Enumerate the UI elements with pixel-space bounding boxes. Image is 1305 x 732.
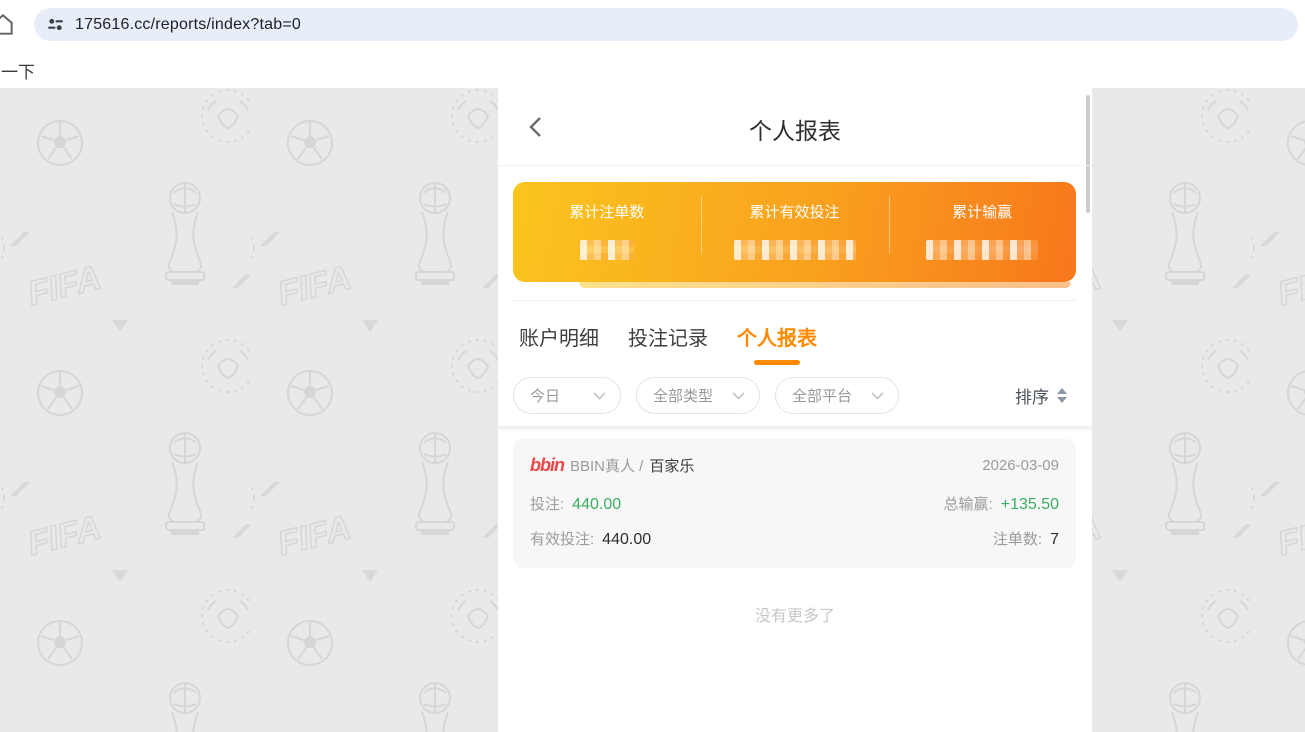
filters-bar: 今日 全部类型 全部平台 排序 (498, 365, 1092, 414)
screen: FIFA (0, 0, 1305, 732)
masked-value-total-bets (580, 240, 634, 260)
stat-label-valid-bets: 累计有效投注 (750, 204, 840, 221)
sort-control[interactable]: 排序 (1015, 383, 1068, 408)
sort-arrows-icon (1056, 387, 1068, 404)
report-date: 2026-03-09 (982, 457, 1059, 474)
win-loss-label: 总输赢: (944, 493, 993, 514)
reports-panel: 个人报表 累计注单数 累计有效投注 累计输赢 账户明细 (498, 88, 1092, 732)
site-settings-icon[interactable] (47, 16, 64, 33)
stats-divider (889, 196, 890, 254)
page-title: 个人报表 (498, 112, 1092, 146)
url-text[interactable]: 175616.cc/reports/index?tab=0 (75, 16, 301, 34)
sort-label: 排序 (1015, 383, 1049, 408)
stats-section: 累计注单数 累计有效投注 累计输赢 (498, 166, 1092, 301)
chevron-down-icon (732, 392, 745, 400)
home-icon[interactable] (0, 12, 16, 38)
bet-count-label: 注单数: (993, 528, 1042, 549)
tab-personal-report[interactable]: 个人报表 (737, 322, 817, 365)
tab-bet-records[interactable]: 投注记录 (628, 322, 708, 365)
valid-bet-value: 440.00 (602, 531, 651, 549)
report-row-card[interactable]: bbin BBIN真人 / 百家乐 2026-03-09 投注: 440.00 … (513, 439, 1076, 568)
masked-value-win-loss (926, 240, 1038, 260)
filter-date-label: 今日 (530, 385, 560, 406)
bbin-logo: bbin (530, 455, 564, 476)
stats-card-underlayer (579, 282, 1071, 288)
stats-divider (701, 196, 702, 254)
game-name: 百家乐 (649, 455, 694, 476)
valid-bet-label: 有效投注: (530, 528, 594, 549)
tab-account-details[interactable]: 账户明细 (519, 322, 599, 365)
sticky-filter-shadow (498, 426, 1092, 432)
stat-label-win-loss: 累计输赢 (952, 204, 1012, 221)
filter-type-label: 全部类型 (653, 385, 713, 406)
page-overflow-text: 一下 (1, 58, 35, 83)
provider-name: BBIN真人 / (570, 455, 643, 476)
filter-platform-label: 全部平台 (792, 385, 852, 406)
stats-summary-card: 累计注单数 累计有效投注 累计输赢 (513, 182, 1076, 282)
filter-platform-dropdown[interactable]: 全部平台 (775, 377, 899, 414)
no-more-text: 没有更多了 (498, 602, 1092, 626)
chevron-down-icon (871, 392, 884, 400)
address-bar[interactable]: 175616.cc/reports/index?tab=0 (34, 8, 1298, 41)
win-loss-value: +135.50 (1001, 496, 1059, 514)
chevron-down-icon (593, 392, 606, 400)
filter-date-dropdown[interactable]: 今日 (513, 377, 621, 414)
page-header: 个人报表 (498, 88, 1092, 166)
tabs-bar: 账户明细 投注记录 个人报表 (498, 301, 1092, 365)
stat-label-total-bets: 累计注单数 (569, 204, 644, 221)
bet-label: 投注: (530, 493, 564, 514)
bet-count-value: 7 (1050, 531, 1059, 549)
bet-value: 440.00 (572, 496, 621, 514)
masked-value-valid-bets (734, 240, 856, 260)
browser-topbar: 175616.cc/reports/index?tab=0 一下 (0, 0, 1305, 88)
filter-type-dropdown[interactable]: 全部类型 (636, 377, 760, 414)
